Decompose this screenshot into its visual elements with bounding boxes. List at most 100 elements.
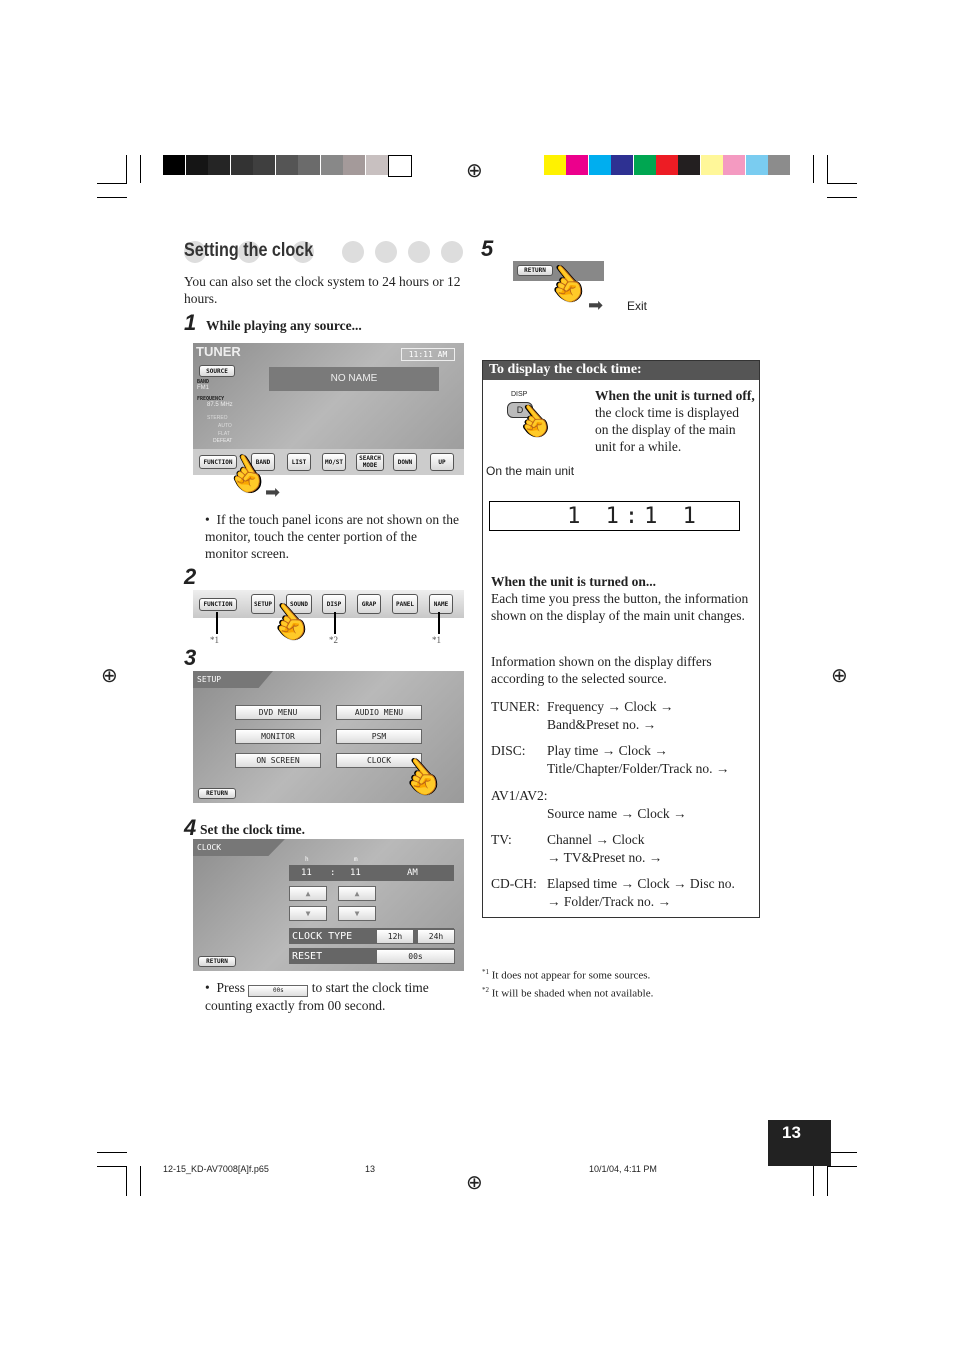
arrow-right-icon: ➡ <box>265 482 281 503</box>
registration-mark-icon: ⊕ <box>466 1172 483 1194</box>
footnote-ref: *2 <box>329 635 338 645</box>
row-l2: Title/Chapter/Folder/Track no. → <box>547 761 730 776</box>
crop-mark <box>126 155 127 183</box>
clock-screen: CLOCK h m 11 : 11 AM ▲ ▲ ▼ ▼ CLOCK TYPE … <box>193 839 464 971</box>
minute-up-button[interactable]: ▲ <box>338 886 376 901</box>
info-text: Information shown on the display differs… <box>491 654 712 686</box>
gray-swatch <box>208 155 230 175</box>
exit-label: Exit <box>627 299 648 313</box>
hour-up-button[interactable]: ▲ <box>289 886 327 901</box>
source-button[interactable]: SOURCE <box>199 365 235 377</box>
page-number: 13 <box>768 1120 831 1166</box>
list-button[interactable]: LIST <box>287 453 311 471</box>
auto-indicator: AUTO <box>218 423 232 429</box>
step-number: 3 <box>184 645 197 670</box>
color-swatch <box>633 155 656 175</box>
clock-type-label: CLOCK TYPE <box>292 931 353 942</box>
mono-stereo-button[interactable]: MO/ST <box>322 453 346 471</box>
flat-indicator: FLAT <box>218 431 230 437</box>
up-button[interactable]: UP <box>430 453 454 471</box>
gray-swatch <box>388 155 412 177</box>
row-label: DISC: <box>491 743 526 758</box>
tuner-clock: 11:11 AM <box>401 348 455 361</box>
psm-button[interactable]: PSM <box>336 729 422 744</box>
monitor-button[interactable]: MONITOR <box>235 729 321 744</box>
row-label: TV: <box>491 832 512 847</box>
setup-title: SETUP <box>197 675 222 684</box>
24h-button[interactable]: 24h <box>417 929 455 944</box>
callout-line <box>438 612 440 634</box>
clock-display-box: To display the clock time: DISP D ☝ On t… <box>482 360 760 918</box>
color-swatch <box>768 155 790 175</box>
crop-mark <box>827 1166 828 1196</box>
step-text: Set the clock time. <box>200 822 305 837</box>
row-l2: → Folder/Track no. → <box>547 894 671 909</box>
color-swatch <box>723 155 746 175</box>
grap-button[interactable]: GRAP <box>357 594 381 614</box>
color-swatch <box>745 155 768 175</box>
gray-swatch <box>365 155 388 175</box>
gray-swatch <box>320 155 343 175</box>
return-button[interactable]: RETURN <box>198 788 236 799</box>
row-l1: Channel → Clock <box>547 832 645 847</box>
row-l1: Elapsed time → Clock → Disc no. <box>547 876 735 891</box>
color-swatch <box>700 155 723 175</box>
tuner-screen: TUNER 11:11 AM SOURCE BAND FM1 FREQUENCY… <box>193 343 464 475</box>
footnote-mark: *2 <box>482 986 489 994</box>
main-unit-label: On the main unit <box>486 464 575 478</box>
gray-swatch <box>253 155 275 175</box>
return-button[interactable]: RETURN <box>198 956 236 967</box>
crop-mark <box>827 1152 857 1153</box>
audio-menu-button[interactable]: AUDIO MENU <box>336 705 422 720</box>
footnote-text: It will be shaded when not available. <box>491 987 654 1000</box>
page-title: Setting the clock <box>184 240 314 261</box>
hour-down-button[interactable]: ▼ <box>289 906 327 921</box>
panel-button[interactable]: PANEL <box>392 594 418 614</box>
on-screen-button[interactable]: ON SCREEN <box>235 753 321 768</box>
footnote-ref: *1 <box>432 635 441 645</box>
footnote-mark: *1 <box>482 968 489 976</box>
lcd-display: 1 1:1 1 <box>489 501 740 531</box>
hour-value: 11 <box>301 868 312 878</box>
crop-mark <box>813 155 814 183</box>
crop-mark <box>126 1166 127 1196</box>
reset-00s-button[interactable]: 00s <box>376 949 455 964</box>
step-number: 5 <box>481 236 494 261</box>
search-mode-button[interactable]: SEARCH MODE <box>356 453 384 471</box>
row-l2: → TV&Preset no. → <box>547 850 663 865</box>
function-button[interactable]: FUNCTION <box>199 598 237 611</box>
box-title: To display the clock time: <box>483 361 759 380</box>
name-button[interactable]: NAME <box>429 594 453 614</box>
gray-swatch <box>230 155 253 175</box>
color-swatch <box>566 155 589 175</box>
off-text: the clock time is displayed on the displ… <box>595 405 739 454</box>
step-number: 1 <box>184 310 197 335</box>
dvd-menu-button[interactable]: DVD MENU <box>235 705 321 720</box>
function-bar: FUNCTION SETUP SOUND DISP GRAP PANEL NAM… <box>193 590 464 618</box>
footnote-text: It does not appear for some sources. <box>491 969 651 982</box>
down-button[interactable]: DOWN <box>393 453 417 471</box>
ampm-value: AM <box>407 868 418 878</box>
bullet-touch-panel: • If the touch panel icons are not shown… <box>205 512 460 561</box>
bullet-text: If the touch panel icons are not shown o… <box>205 512 460 561</box>
callout-line <box>216 612 218 634</box>
crop-mark <box>827 183 857 184</box>
minute-down-button[interactable]: ▼ <box>338 906 376 921</box>
stereo-indicator: STEREO <box>207 415 228 421</box>
row-l1: Play time → Clock → <box>547 743 668 758</box>
footnote: *1 It does not appear for some sources. <box>482 968 650 982</box>
color-swatch <box>678 155 701 175</box>
12h-button[interactable]: 12h <box>376 929 414 944</box>
row-l2: Band&Preset no. → <box>547 717 657 732</box>
off-heading: When the unit is turned off, <box>595 388 755 403</box>
arrow-right-icon: ➡ <box>588 295 604 315</box>
crop-mark <box>813 1166 814 1196</box>
crop-mark <box>97 1152 127 1153</box>
crop-mark <box>140 155 141 183</box>
time-separator: : <box>330 868 336 878</box>
step-text: While playing any source... <box>206 318 362 333</box>
disp-button[interactable]: DISP <box>322 594 346 614</box>
gray-swatch <box>343 155 365 175</box>
footer-file: 12-15_KD-AV7008[A]f.p65 <box>163 1164 269 1174</box>
crop-mark <box>827 155 828 183</box>
